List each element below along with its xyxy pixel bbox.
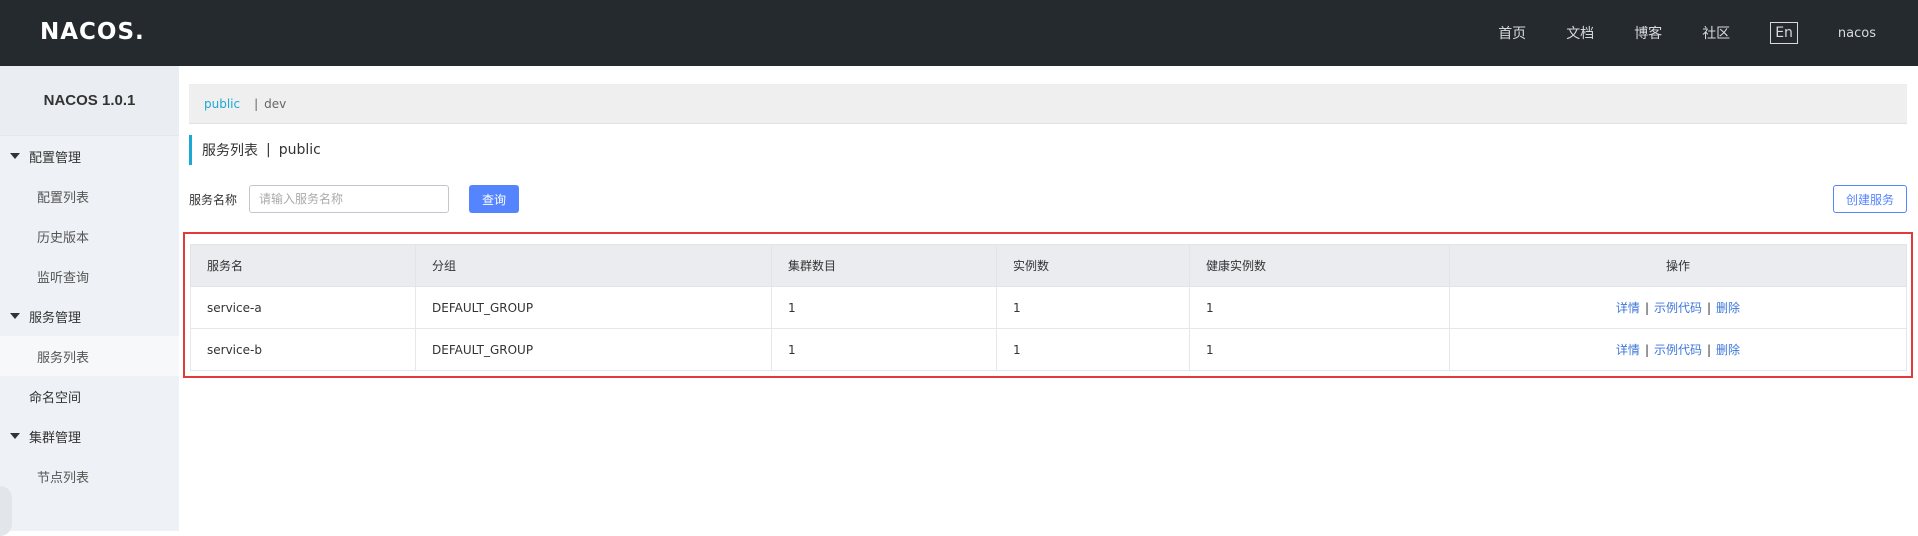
create-service-button[interactable]: 创建服务 <box>1833 185 1907 213</box>
cell-cluster-count: 1 <box>771 328 997 371</box>
sidebar-group-label: 服务管理 <box>29 310 82 326</box>
col-instance-count: 实例数 <box>996 244 1190 287</box>
cell-healthy-count: 1 <box>1189 286 1450 329</box>
page-title-separator: | <box>266 142 271 158</box>
table-header-row: 服务名 分组 集群数目 实例数 健康实例数 操作 <box>190 244 1907 287</box>
service-table: 服务名 分组 集群数目 实例数 健康实例数 操作 service-a DEFAU… <box>190 244 1907 371</box>
logo-text: NACOS. <box>40 19 145 45</box>
user-menu[interactable]: nacos <box>1838 26 1876 41</box>
col-group: 分组 <box>415 244 772 287</box>
sidebar-item-node-list[interactable]: 节点列表 <box>0 456 179 496</box>
page-title-namespace: public <box>278 142 321 158</box>
op-separator: | <box>1707 301 1712 315</box>
sidebar-item-namespace[interactable]: 命名空间 <box>0 376 179 416</box>
page-title: 服务列表 | public <box>189 135 321 165</box>
sidebar-item-service-list[interactable]: 服务列表 <box>0 336 179 376</box>
sidebar-group-label: 集群管理 <box>29 430 82 446</box>
sidebar-group-config[interactable]: 配置管理 <box>0 136 179 176</box>
op-separator: | <box>1644 343 1649 357</box>
top-header: NACOS. 首页 文档 博客 社区 En nacos <box>0 0 1918 66</box>
top-nav: 首页 文档 博客 社区 En nacos <box>1498 0 1918 66</box>
col-service-name: 服务名 <box>190 244 416 287</box>
service-name-label: 服务名称 <box>189 193 238 207</box>
col-cluster-count: 集群数目 <box>771 244 997 287</box>
sidebar-collapse-handle[interactable] <box>0 486 12 536</box>
service-name-input[interactable] <box>249 185 449 213</box>
caret-down-icon <box>10 153 20 159</box>
cell-operations: 详情 | 示例代码 | 删除 <box>1449 286 1907 329</box>
table-row: service-a DEFAULT_GROUP 1 1 1 详情 | 示例代码 | 删除 <box>190 286 1907 329</box>
cell-group: DEFAULT_GROUP <box>415 328 772 371</box>
namespace-bar: public | dev <box>189 84 1907 124</box>
delete-link[interactable]: 删除 <box>1716 343 1740 357</box>
cell-healthy-count: 1 <box>1189 328 1450 371</box>
op-separator: | <box>1707 343 1712 357</box>
namespace-public-link[interactable]: public <box>204 97 240 111</box>
sample-code-link[interactable]: 示例代码 <box>1654 343 1702 357</box>
caret-down-icon <box>10 433 20 439</box>
nacos-logo[interactable]: NACOS. <box>40 19 145 47</box>
cell-cluster-count: 1 <box>771 286 997 329</box>
cell-service-name: service-b <box>190 328 416 371</box>
col-healthy-count: 健康实例数 <box>1189 244 1450 287</box>
nav-docs-link[interactable]: 文档 <box>1566 23 1594 43</box>
cell-group: DEFAULT_GROUP <box>415 286 772 329</box>
col-operations: 操作 <box>1449 244 1907 287</box>
page-title-text: 服务列表 <box>202 143 258 159</box>
detail-link[interactable]: 详情 <box>1616 301 1640 315</box>
sidebar-group-cluster[interactable]: 集群管理 <box>0 416 179 456</box>
cell-operations: 详情 | 示例代码 | 删除 <box>1449 328 1907 371</box>
cell-service-name: service-a <box>190 286 416 329</box>
nav-blog-link[interactable]: 博客 <box>1634 23 1662 43</box>
sidebar-group-label: 配置管理 <box>29 150 82 166</box>
sidebar-group-service[interactable]: 服务管理 <box>0 296 179 336</box>
cell-instance-count: 1 <box>996 286 1190 329</box>
namespace-dev-link[interactable]: dev <box>264 97 286 111</box>
delete-link[interactable]: 删除 <box>1716 301 1740 315</box>
detail-link[interactable]: 详情 <box>1616 343 1640 357</box>
namespace-separator: | <box>254 96 259 111</box>
nav-home-link[interactable]: 首页 <box>1498 23 1526 43</box>
sidebar-item-listener-query[interactable]: 监听查询 <box>0 256 179 296</box>
op-separator: | <box>1644 301 1649 315</box>
cell-instance-count: 1 <box>996 328 1190 371</box>
table-row: service-b DEFAULT_GROUP 1 1 1 详情 | 示例代码 | 删除 <box>190 328 1907 371</box>
caret-down-icon <box>10 313 20 319</box>
sidebar-item-config-list[interactable]: 配置列表 <box>0 176 179 216</box>
language-toggle[interactable]: En <box>1770 22 1798 44</box>
query-button[interactable]: 查询 <box>469 185 519 213</box>
sidebar-brand: NACOS 1.0.1 <box>0 66 179 136</box>
sample-code-link[interactable]: 示例代码 <box>1654 301 1702 315</box>
nav-community-link[interactable]: 社区 <box>1702 23 1730 43</box>
sidebar: NACOS 1.0.1 配置管理 配置列表 历史版本 监听查询 服务管理 服务列… <box>0 66 179 536</box>
main-content: public | dev 服务列表 | public 服务名称 查询 创建服务 … <box>179 66 1918 531</box>
sidebar-item-history[interactable]: 历史版本 <box>0 216 179 256</box>
